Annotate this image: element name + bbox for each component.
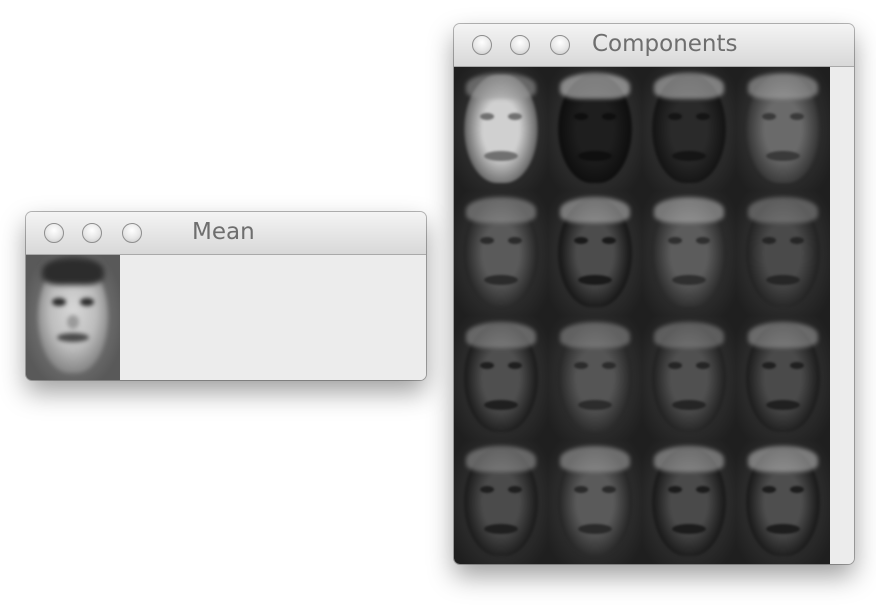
components-grid bbox=[454, 67, 830, 564]
mean-content bbox=[26, 255, 426, 380]
minimize-button[interactable] bbox=[82, 223, 102, 243]
component-face-8 bbox=[736, 191, 830, 316]
component-face-2 bbox=[548, 67, 642, 192]
mean-face-image bbox=[26, 255, 120, 380]
window-title: Components bbox=[592, 31, 738, 57]
component-face-12 bbox=[736, 315, 830, 440]
component-face-1 bbox=[454, 67, 548, 192]
zoom-button[interactable] bbox=[550, 35, 570, 55]
component-face-4 bbox=[736, 67, 830, 192]
component-face-16 bbox=[736, 439, 830, 564]
mean-titlebar[interactable]: Mean bbox=[26, 212, 426, 255]
mean-window: Mean bbox=[26, 212, 426, 380]
close-button[interactable] bbox=[44, 223, 64, 243]
component-face-5 bbox=[454, 191, 548, 316]
component-face-14 bbox=[548, 439, 642, 564]
component-face-6 bbox=[548, 191, 642, 316]
components-window: Components bbox=[454, 24, 854, 564]
close-button[interactable] bbox=[472, 35, 492, 55]
component-face-10 bbox=[548, 315, 642, 440]
component-face-11 bbox=[642, 315, 736, 440]
component-face-7 bbox=[642, 191, 736, 316]
components-content bbox=[454, 67, 854, 564]
component-face-13 bbox=[454, 439, 548, 564]
minimize-button[interactable] bbox=[510, 35, 530, 55]
zoom-button[interactable] bbox=[122, 223, 142, 243]
components-titlebar[interactable]: Components bbox=[454, 24, 854, 67]
component-face-3 bbox=[642, 67, 736, 192]
component-face-15 bbox=[642, 439, 736, 564]
window-title: Mean bbox=[192, 219, 255, 245]
component-face-9 bbox=[454, 315, 548, 440]
